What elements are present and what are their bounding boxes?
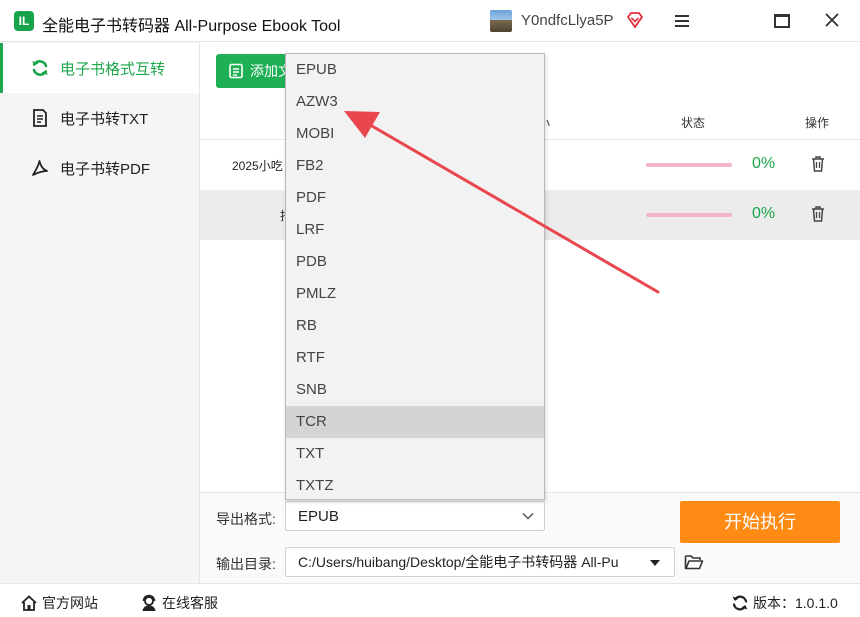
sidebar-item-label: 电子书转PDF <box>60 160 151 178</box>
update-icon <box>732 595 748 611</box>
official-website-link[interactable]: 官方网站 <box>20 593 98 613</box>
export-settings: 导出格式: EPUB 开始执行 输出目录: C:/Users/huibang/D… <box>200 492 860 583</box>
format-option-fb2[interactable]: FB2 <box>286 150 544 182</box>
format-option-snb[interactable]: SNB <box>286 374 544 406</box>
document-icon <box>33 109 47 127</box>
maximize-icon[interactable] <box>774 14 790 28</box>
output-dir-value: C:/Users/huibang/Desktop/全能电子书转码器 All-Pu <box>298 554 619 570</box>
output-dir-select[interactable]: C:/Users/huibang/Desktop/全能电子书转码器 All-Pu <box>285 547 675 577</box>
progress-bar <box>646 163 732 167</box>
progress-percent: 0% <box>752 155 776 172</box>
online-support-label: 在线客服 <box>162 595 218 611</box>
header-action: 操作 <box>805 116 830 130</box>
delete-icon[interactable] <box>810 205 826 223</box>
file-name: 2025小吃 <box>232 159 283 173</box>
add-file-icon <box>229 63 243 79</box>
close-icon[interactable] <box>824 12 840 28</box>
format-option-epub[interactable]: EPUB <box>286 54 544 86</box>
format-option-pmlz[interactable]: PMLZ <box>286 278 544 310</box>
export-format-label: 导出格式: <box>216 511 276 527</box>
progress-percent: 0% <box>752 205 776 222</box>
caret-down-icon <box>650 560 660 566</box>
status-bar: 官方网站 在线客服 版本： 1.0.1.0 <box>0 583 860 617</box>
customer-service-icon <box>142 594 156 611</box>
format-option-rb[interactable]: RB <box>286 310 544 342</box>
format-dropdown-list: EPUB AZW3 MOBI FB2 PDF LRF PDB PMLZ RB R… <box>285 53 545 500</box>
sidebar-item-to-txt[interactable]: 电子书转TXT <box>0 93 199 143</box>
home-icon <box>21 595 37 611</box>
app-title: 全能电子书转码器 All-Purpose Ebook Tool <box>42 18 341 35</box>
export-format-select[interactable]: EPUB <box>285 501 545 531</box>
title-bar: IL 全能电子书转码器 All-Purpose Ebook Tool Y0ndf… <box>0 0 860 42</box>
refresh-icon <box>32 60 48 76</box>
app-logo: IL <box>14 11 34 31</box>
sidebar-item-to-pdf[interactable]: 电子书转PDF <box>0 143 199 193</box>
format-option-mobi[interactable]: MOBI <box>286 118 544 150</box>
version-info[interactable]: 版本： 1.0.1.0 <box>731 593 838 613</box>
format-option-pdf[interactable]: PDF <box>286 182 544 214</box>
export-format-value: EPUB <box>298 507 339 525</box>
folder-open-icon[interactable] <box>684 553 704 571</box>
start-button[interactable]: 开始执行 <box>680 501 840 543</box>
format-option-pdb[interactable]: PDB <box>286 246 544 278</box>
header-status: 状态 <box>681 116 706 130</box>
version-label: 版本： <box>753 595 795 611</box>
menu-icon[interactable] <box>674 13 690 29</box>
vip-diamond-icon[interactable] <box>626 11 644 29</box>
format-option-txtz[interactable]: TXTZ <box>286 470 544 502</box>
progress-bar <box>646 213 732 217</box>
avatar[interactable] <box>490 10 512 32</box>
username[interactable]: Y0ndfcLlya5P <box>521 12 614 29</box>
format-option-azw3[interactable]: AZW3 <box>286 86 544 118</box>
sidebar-item-label: 电子书转TXT <box>60 110 149 128</box>
format-option-txt[interactable]: TXT <box>286 438 544 470</box>
format-option-tcr[interactable]: TCR <box>286 406 544 438</box>
sidebar-item-label: 电子书格式互转 <box>60 60 166 78</box>
format-option-rtf[interactable]: RTF <box>286 342 544 374</box>
delete-icon[interactable] <box>810 155 826 173</box>
official-website-label: 官方网站 <box>42 595 98 611</box>
chevron-down-icon <box>522 512 534 520</box>
output-dir-label: 输出目录: <box>216 556 276 572</box>
format-option-lrf[interactable]: LRF <box>286 214 544 246</box>
sidebar: 电子书格式互转 电子书转TXT 电子书转PDF <box>0 42 200 583</box>
version-number: 1.0.1.0 <box>795 595 838 611</box>
sidebar-item-format-convert[interactable]: 电子书格式互转 <box>0 43 199 93</box>
pdf-icon <box>32 160 48 176</box>
online-support-link[interactable]: 在线客服 <box>140 593 218 613</box>
